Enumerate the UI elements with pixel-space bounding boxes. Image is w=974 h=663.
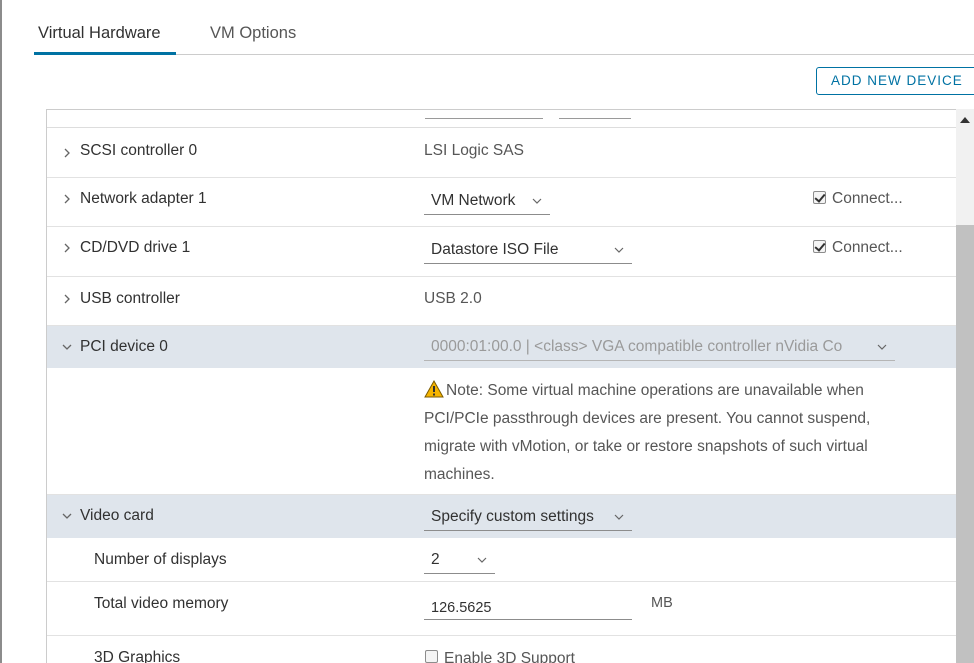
row-number-of-displays: Number of displays 2 <box>47 538 957 582</box>
row-usb-controller: USB controller USB 2.0 <box>47 277 957 326</box>
scroll-up-arrow-icon[interactable] <box>960 117 970 123</box>
cdrom-select[interactable]: Datastore ISO File <box>424 236 632 264</box>
chevron-right-icon[interactable] <box>61 242 73 254</box>
chevron-down-icon[interactable] <box>61 510 73 522</box>
hardware-table: SCSI controller 0 LSI Logic SAS Network … <box>46 109 974 663</box>
chevron-down-icon <box>532 198 542 204</box>
select-value: 2 <box>431 551 440 568</box>
network-select[interactable]: VM Network <box>424 187 550 215</box>
displays-select[interactable]: 2 <box>424 546 495 574</box>
row-label: SCSI controller 0 <box>80 142 198 159</box>
select-value: Datastore ISO File <box>431 241 559 258</box>
add-new-device-button[interactable]: ADD NEW DEVICE <box>816 67 974 95</box>
row-pci-device: PCI device 0 0000:01:00.0 | <class> VGA … <box>47 326 957 368</box>
row-label: Number of displays <box>94 551 227 568</box>
note-text: Note: Some virtual machine operations ar… <box>424 382 871 483</box>
field-underline <box>425 118 543 119</box>
row-label: Network adapter 1 <box>80 190 207 207</box>
row-label: USB controller <box>80 290 180 307</box>
tab-virtual-hardware[interactable]: Virtual Hardware <box>34 24 176 55</box>
row-cd-dvd-drive: CD/DVD drive 1 Datastore ISO File Connec… <box>47 227 957 277</box>
chevron-down-icon <box>614 247 624 253</box>
tab-vm-options[interactable]: VM Options <box>206 24 300 55</box>
connect-checkbox[interactable] <box>813 191 826 204</box>
chevron-right-icon[interactable] <box>61 293 73 305</box>
vertical-scrollbar[interactable] <box>956 109 974 663</box>
row-3d-graphics: 3D Graphics Enable 3D Support <box>47 636 957 663</box>
warning-icon <box>424 380 444 398</box>
select-value: Specify custom settings <box>431 508 594 525</box>
row-value: USB 2.0 <box>424 290 482 307</box>
chevron-down-icon[interactable] <box>61 341 73 353</box>
connect-checkbox[interactable] <box>813 240 826 253</box>
scrollbar-thumb[interactable] <box>956 225 974 663</box>
select-value: VM Network <box>431 192 516 209</box>
video-memory-input[interactable]: 126.5625 <box>424 592 632 620</box>
row-total-video-memory: Total video memory 126.5625 MB <box>47 582 957 636</box>
chevron-down-icon <box>614 514 624 520</box>
chevron-right-icon[interactable] <box>61 147 73 159</box>
row-label: Total video memory <box>94 595 229 612</box>
connect-label: Connect... <box>832 190 903 207</box>
enable-3d-label: Enable 3D Support <box>444 650 575 663</box>
row-label: 3D Graphics <box>94 649 181 663</box>
pci-passthrough-note: Note: Some virtual machine operations ar… <box>424 377 924 489</box>
window-left-border <box>0 0 2 663</box>
chevron-right-icon[interactable] <box>61 193 73 205</box>
pci-device-select[interactable]: 0000:01:00.0 | <class> VGA compatible co… <box>424 333 895 361</box>
enable-3d-checkbox[interactable] <box>425 650 438 663</box>
row-label: Video card <box>80 507 154 524</box>
row-scsi-controller: SCSI controller 0 LSI Logic SAS <box>47 128 957 178</box>
field-underline <box>559 118 631 119</box>
row-value: LSI Logic SAS <box>424 142 524 159</box>
previous-row-remnant <box>47 110 957 128</box>
row-video-card: Video card Specify custom settings <box>47 495 957 538</box>
connect-label: Connect... <box>832 239 903 256</box>
row-label: PCI device 0 <box>80 338 168 355</box>
chevron-down-icon <box>477 557 487 563</box>
select-value: 0000:01:00.0 | <class> VGA compatible co… <box>431 338 843 355</box>
tab-bar: Virtual Hardware VM Options <box>34 0 974 55</box>
memory-unit: MB <box>651 595 673 611</box>
video-settings-select[interactable]: Specify custom settings <box>424 503 632 531</box>
chevron-down-icon <box>877 344 887 350</box>
row-network-adapter: Network adapter 1 VM Network Connect... <box>47 178 957 227</box>
row-label: CD/DVD drive 1 <box>80 239 191 256</box>
